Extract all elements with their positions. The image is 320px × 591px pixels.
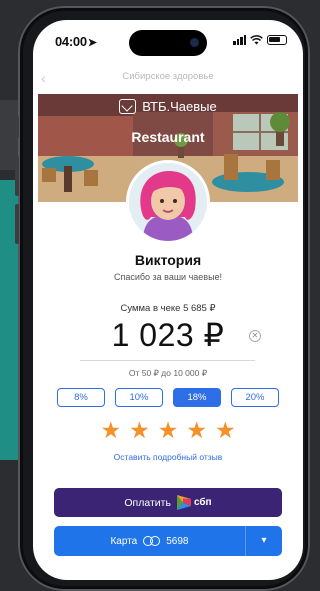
- side-button: [15, 116, 19, 138]
- dynamic-island: [129, 30, 207, 56]
- sbp-icon: [176, 495, 191, 510]
- tip-amount-field[interactable]: 1 023 ₽ ✕: [33, 316, 303, 360]
- location-arrow-icon: ➤: [87, 37, 97, 49]
- percent-chips: 8% 10% 18% 20%: [57, 388, 279, 407]
- chevron-down-icon[interactable]: ▾: [246, 526, 282, 556]
- star-icon[interactable]: ★: [158, 417, 179, 443]
- status-icons: [233, 34, 287, 45]
- vtb-tips-logo-icon: [119, 99, 137, 114]
- venue-name: Restaurant: [131, 129, 205, 145]
- percent-chip-18[interactable]: 18%: [173, 388, 221, 407]
- star-icon[interactable]: ★: [186, 417, 207, 443]
- pay-card-button[interactable]: Карта 5698 ▾: [54, 526, 282, 556]
- detailed-review-link[interactable]: Оставить подробный отзыв: [33, 452, 303, 462]
- percent-chip-8[interactable]: 8%: [57, 388, 105, 407]
- side-button: [15, 204, 19, 244]
- phone-screen: 04:00➤ ‹ Сибирское здоровье ВТБ.Чаевые R…: [33, 20, 303, 580]
- sbp-logo: сбп: [176, 495, 212, 510]
- header-url: Сибирское здоровье: [122, 71, 214, 82]
- card-pay-main[interactable]: Карта 5698: [54, 526, 245, 556]
- side-button: [15, 156, 19, 196]
- cellular-signal-icon: [233, 34, 246, 45]
- clear-amount-icon[interactable]: ✕: [249, 330, 261, 342]
- pay-sbp-button[interactable]: Оплатить сбп: [54, 488, 282, 517]
- employee-name: Виктория: [134, 252, 202, 268]
- star-icon[interactable]: ★: [215, 417, 236, 443]
- camera-icon: [190, 38, 199, 47]
- rating-stars: ★ ★ ★ ★ ★: [33, 417, 303, 443]
- card-label: Карта: [110, 535, 138, 547]
- percent-chip-20[interactable]: 20%: [231, 388, 279, 407]
- card-number: 5698: [166, 535, 189, 547]
- brand-name: ВТБ.Чаевые: [142, 99, 217, 114]
- status-bar: 04:00➤: [33, 20, 303, 64]
- star-icon[interactable]: ★: [129, 417, 150, 443]
- status-time: 04:00➤: [55, 34, 97, 49]
- star-icon[interactable]: ★: [100, 417, 121, 443]
- sbp-label: сбп: [193, 497, 212, 508]
- amount-range-hint: От 50 ₽ до 10 000 ₽: [128, 368, 208, 378]
- mastercard-icon: [143, 536, 161, 546]
- waiter-avatar-image: [129, 163, 207, 241]
- thanks-message: Спасибо за ваши чаевые!: [113, 272, 223, 282]
- receipt-amount: Сумма в чеке 5 685 ₽: [120, 303, 216, 314]
- avatar: [126, 160, 210, 244]
- battery-icon: [267, 34, 287, 45]
- percent-chip-10[interactable]: 10%: [115, 388, 163, 407]
- wifi-icon: [250, 34, 263, 45]
- amount-underline: [80, 360, 255, 361]
- pay-button-label: Оплатить: [124, 496, 171, 509]
- brand-logo: ВТБ.Чаевые: [38, 99, 298, 114]
- tip-amount-value[interactable]: 1 023 ₽: [33, 316, 303, 354]
- browser-header: ‹ Сибирское здоровье: [33, 68, 303, 90]
